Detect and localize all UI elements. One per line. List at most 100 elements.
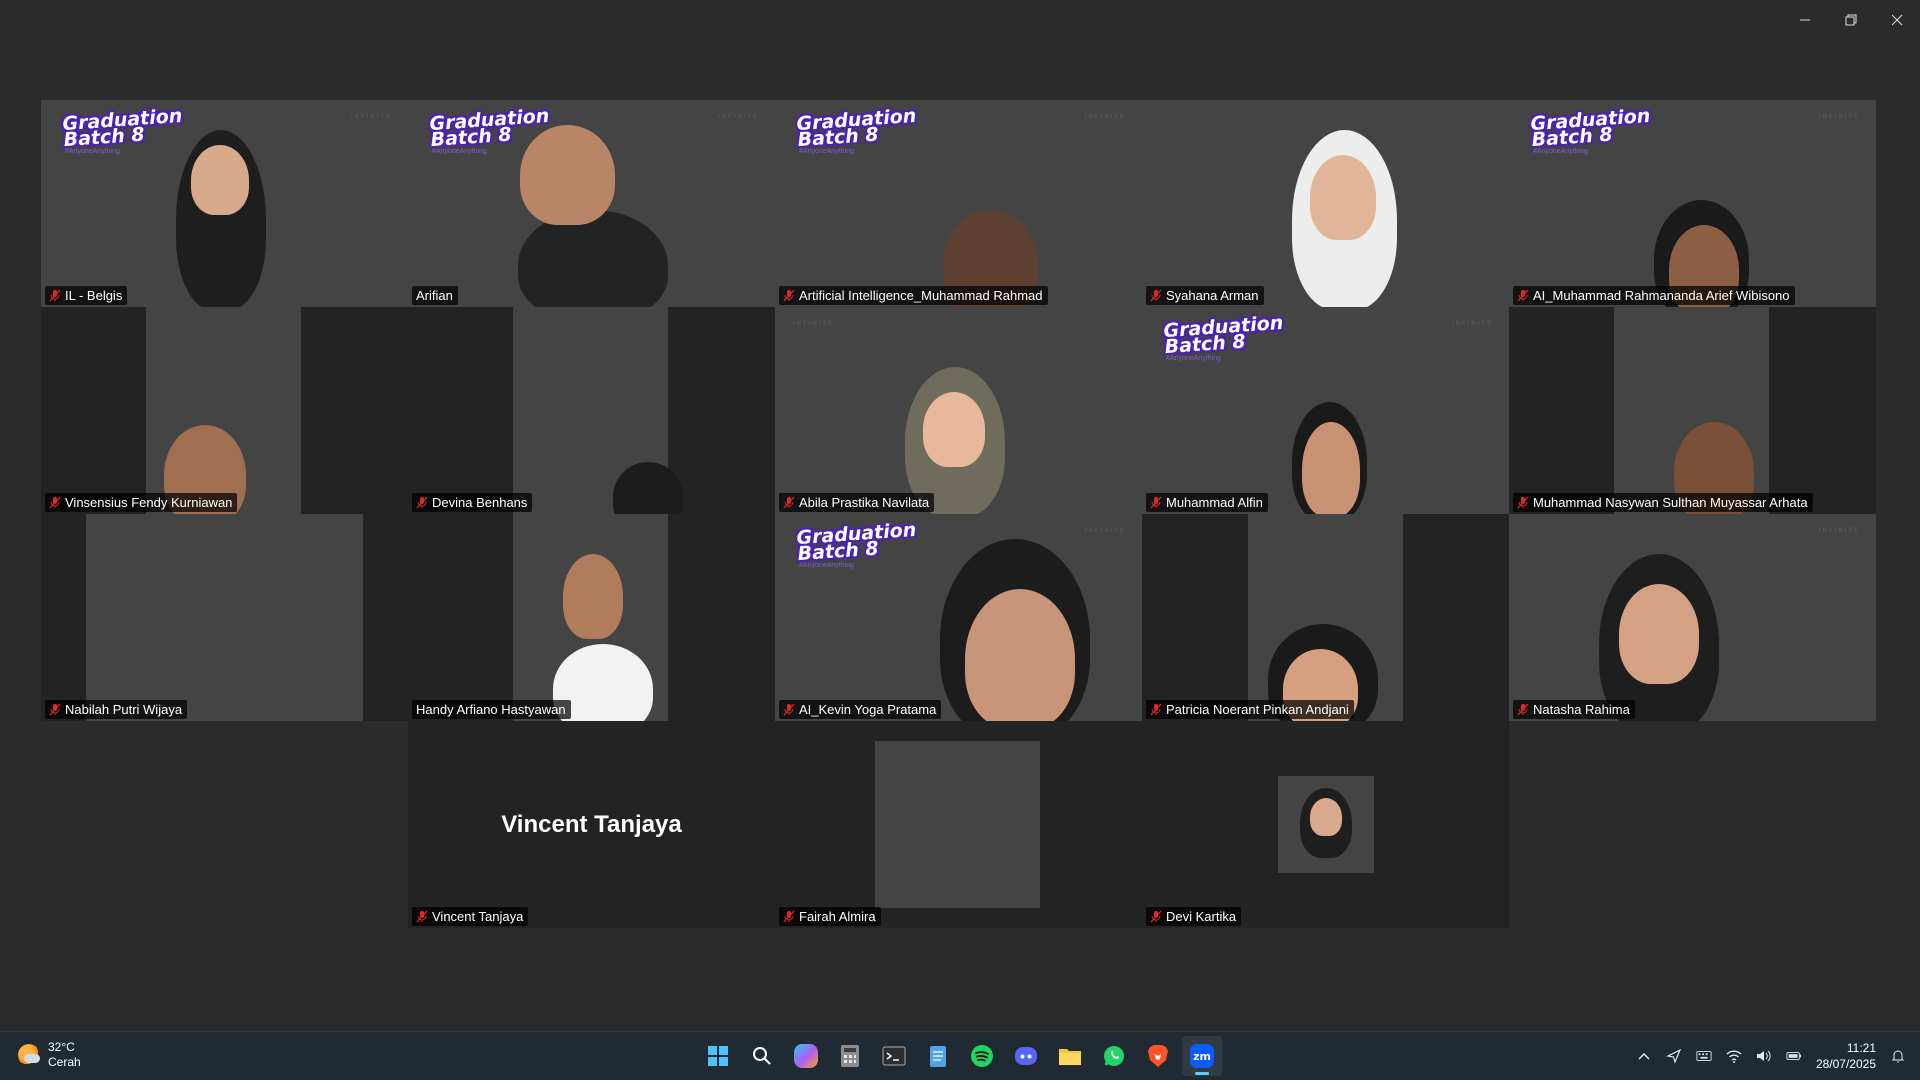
name-tag: Vincent Tanjaya bbox=[412, 907, 529, 926]
participant-name: AI_Kevin Yoga Pratama bbox=[799, 702, 937, 717]
name-tag: Patricia Noerant Pinkan Andjani bbox=[1146, 700, 1354, 719]
battery-icon[interactable] bbox=[1786, 1048, 1802, 1064]
name-tag: Fairah Almira bbox=[779, 907, 881, 926]
whatsapp-icon bbox=[1104, 1046, 1124, 1066]
weather-temp: 32°C bbox=[48, 1040, 75, 1054]
participant-tile-video-off[interactable]: Vincent Tanjaya Vincent Tanjaya bbox=[408, 721, 775, 928]
weather-condition: Cerah bbox=[48, 1055, 81, 1069]
mic-muted-icon bbox=[1150, 289, 1162, 302]
participant-tile[interactable]: Graduation Batch 8 #AnyoneAnything INFINI… bbox=[1142, 307, 1509, 514]
person-face bbox=[1310, 798, 1342, 836]
participant-name: Fairah Almira bbox=[799, 909, 876, 924]
start-button[interactable] bbox=[698, 1036, 738, 1076]
restore-button[interactable] bbox=[1828, 0, 1874, 40]
notification-icon[interactable] bbox=[1890, 1048, 1906, 1064]
spotify-button[interactable] bbox=[962, 1036, 1002, 1076]
participant-video bbox=[1248, 514, 1403, 721]
participant-tile[interactable]: INFINITE Abila Prastika Navilata bbox=[775, 307, 1142, 514]
search-button[interactable] bbox=[742, 1036, 782, 1076]
name-tag: IL - Belgis bbox=[45, 286, 128, 305]
mic-muted-icon bbox=[1150, 910, 1162, 923]
participant-name: Nabilah Putri Wijaya bbox=[65, 702, 183, 717]
participant-tile[interactable]: Fairah Almira bbox=[775, 721, 1142, 928]
mic-muted-icon bbox=[416, 910, 428, 923]
whatsapp-button[interactable] bbox=[1094, 1036, 1134, 1076]
person-face bbox=[520, 125, 615, 225]
participant-name: Devi Kartika bbox=[1166, 909, 1237, 924]
copilot-button[interactable] bbox=[786, 1036, 826, 1076]
participant-profile-photo bbox=[1278, 776, 1374, 873]
participant-video: Graduation Batch 8 #AnyoneAnything INFINI… bbox=[775, 514, 1142, 721]
participant-name: Syahana Arman bbox=[1166, 288, 1259, 303]
weather-widget[interactable]: 32°C Cerah bbox=[18, 1040, 81, 1070]
participant-video bbox=[1614, 307, 1769, 514]
banner-corner-logo: INFINITE bbox=[351, 114, 392, 120]
taskbar-clock[interactable]: 11:21 28/07/2025 bbox=[1816, 1040, 1876, 1072]
participant-video: Graduation Batch 8 #AnyoneAnything INFINI… bbox=[1509, 100, 1876, 307]
banner-corner-logo: INFINITE bbox=[1085, 528, 1126, 534]
participant-tile[interactable]: Vinsensius Fendy Kurniawan bbox=[41, 307, 408, 514]
participant-name: Artificial Intelligence_Muhammad Rahmad bbox=[799, 288, 1043, 303]
name-tag: AI_Muhammad Rahmananda Arief Wibisono bbox=[1513, 286, 1795, 305]
participant-tile[interactable]: Graduation Batch 8 #AnyoneAnything INFINI… bbox=[1509, 100, 1876, 307]
mic-muted-icon bbox=[1517, 703, 1529, 716]
discord-button[interactable] bbox=[1006, 1036, 1046, 1076]
participant-tile-active-speaker[interactable]: Graduation Batch 8 #AnyoneAnything INFINI… bbox=[408, 100, 775, 307]
banner-corner-logo: INFINITE bbox=[793, 321, 834, 327]
minimize-icon bbox=[1800, 19, 1810, 21]
calculator-button[interactable] bbox=[830, 1036, 870, 1076]
chevron-up-icon[interactable] bbox=[1636, 1048, 1652, 1064]
location-icon[interactable] bbox=[1666, 1048, 1682, 1064]
person-silhouette bbox=[518, 210, 668, 307]
participant-name: Vincent Tanjaya bbox=[432, 909, 524, 924]
participant-tile[interactable]: Nabilah Putri Wijaya bbox=[41, 514, 408, 721]
participant-video bbox=[513, 307, 683, 514]
file-explorer-button[interactable] bbox=[1050, 1036, 1090, 1076]
participant-tile[interactable]: Patricia Noerant Pinkan Andjani bbox=[1142, 514, 1509, 721]
participant-tile[interactable]: INFINITE Natasha Rahima bbox=[1509, 514, 1876, 721]
terminal-button[interactable] bbox=[874, 1036, 914, 1076]
name-tag: AI_Kevin Yoga Pratama bbox=[779, 700, 942, 719]
clock-date: 28/07/2025 bbox=[1815, 1057, 1876, 1071]
participant-name: Abila Prastika Navilata bbox=[799, 495, 930, 510]
participant-tile[interactable]: Graduation Batch 8 #AnyoneAnything INFINI… bbox=[41, 100, 408, 307]
participant-tile[interactable]: Syahana Arman bbox=[1142, 100, 1509, 307]
participant-video: INFINITE bbox=[775, 307, 1142, 514]
participant-tile[interactable]: Devi Kartika bbox=[1142, 721, 1509, 928]
keyboard-icon[interactable] bbox=[1696, 1048, 1712, 1064]
window-controls bbox=[1782, 0, 1920, 40]
person-face bbox=[965, 589, 1075, 721]
system-tray: 11:21 28/07/2025 bbox=[1636, 1032, 1906, 1080]
banner-logo: Graduation Batch 8 bbox=[61, 104, 183, 152]
gallery-view: Graduation Batch 8 #AnyoneAnything INFINI… bbox=[41, 100, 1879, 928]
participant-tile[interactable]: Muhammad Nasywan Sulthan Muyassar Arhata bbox=[1509, 307, 1876, 514]
banner-hashtag: #AnyoneAnything bbox=[1533, 148, 1588, 155]
participant-tile[interactable]: Graduation Batch 8 #AnyoneAnything INFINI… bbox=[775, 100, 1142, 307]
participant-name: Natasha Rahima bbox=[1533, 702, 1630, 717]
participant-tile[interactable]: Graduation Batch 8 #AnyoneAnything INFINI… bbox=[775, 514, 1142, 721]
notepad-button[interactable] bbox=[918, 1036, 958, 1076]
mic-muted-icon bbox=[49, 289, 61, 302]
volume-icon[interactable] bbox=[1756, 1048, 1772, 1064]
mic-muted-icon bbox=[783, 910, 795, 923]
calculator-icon bbox=[841, 1045, 859, 1067]
participant-video bbox=[513, 514, 668, 721]
participant-video bbox=[86, 514, 363, 721]
name-tag: Vinsensius Fendy Kurniawan bbox=[45, 493, 238, 512]
name-tag: Muhammad Alfin bbox=[1146, 493, 1268, 512]
partly-sunny-icon bbox=[18, 1044, 40, 1066]
participant-tile[interactable]: Handy Arfiano Hastyawan bbox=[408, 514, 775, 721]
mic-muted-icon bbox=[783, 289, 795, 302]
participant-tile[interactable]: Devina Benhans bbox=[408, 307, 775, 514]
file-explorer-icon bbox=[1059, 1049, 1081, 1065]
mic-muted-icon bbox=[1517, 496, 1529, 509]
name-tag: Syahana Arman bbox=[1146, 286, 1264, 305]
zoom-button[interactable]: zm bbox=[1182, 1036, 1222, 1076]
minimize-button[interactable] bbox=[1782, 0, 1828, 40]
name-tag: Artificial Intelligence_Muhammad Rahmad bbox=[779, 286, 1048, 305]
brave-button[interactable] bbox=[1138, 1036, 1178, 1076]
close-button[interactable] bbox=[1874, 0, 1920, 40]
wifi-icon[interactable] bbox=[1726, 1048, 1742, 1064]
mic-muted-icon bbox=[1150, 703, 1162, 716]
participant-video: Graduation Batch 8 #AnyoneAnything INFINI… bbox=[408, 100, 775, 307]
